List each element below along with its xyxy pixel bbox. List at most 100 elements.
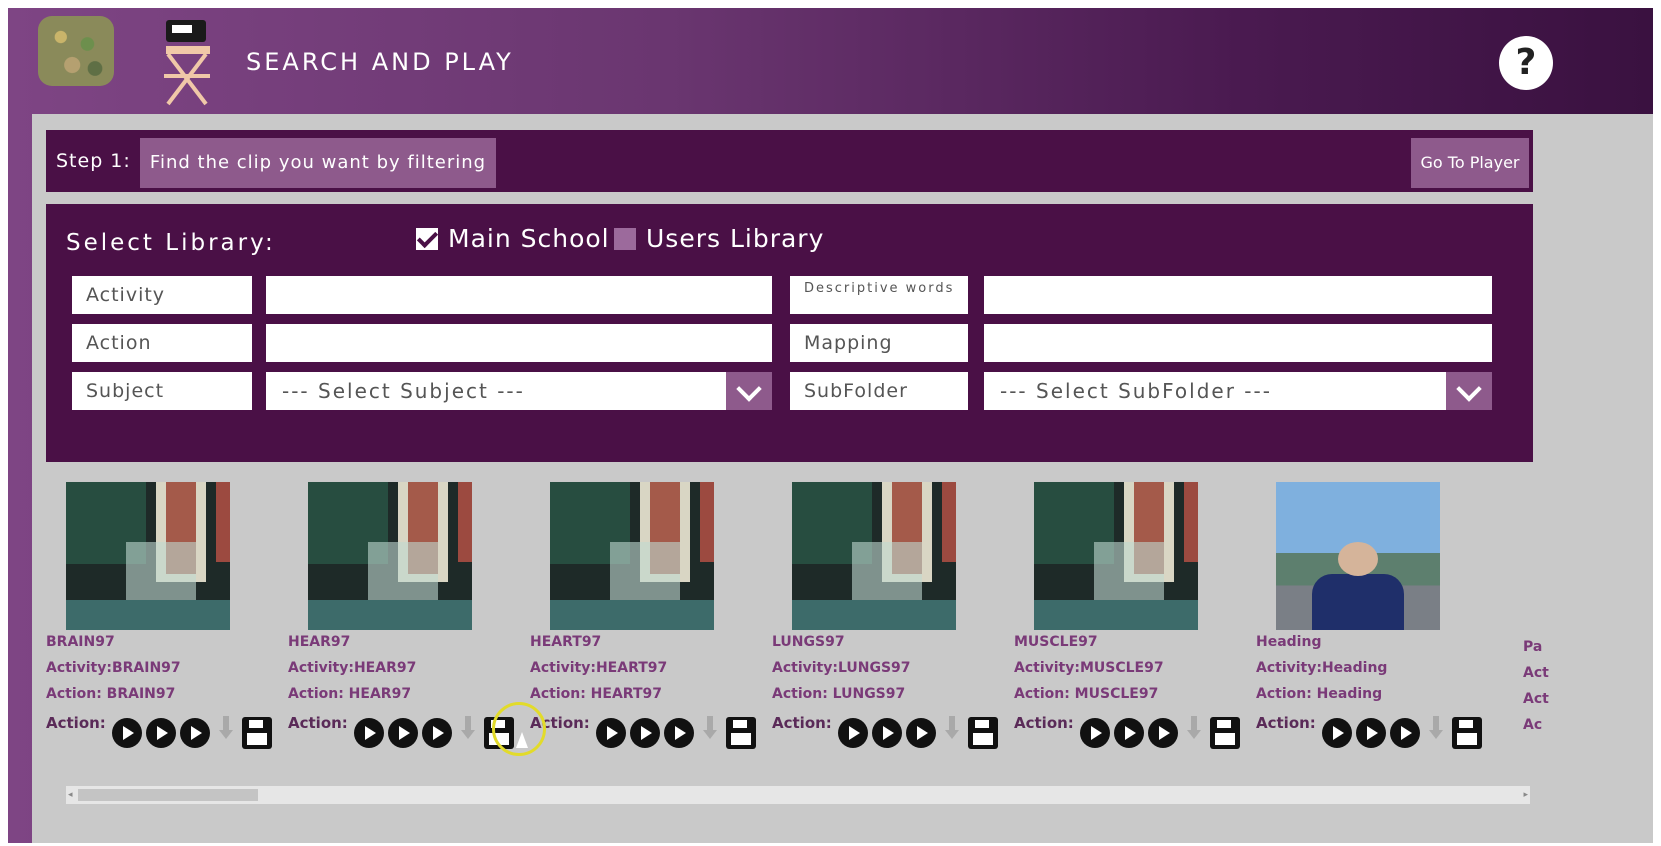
step-bar: Step 1: Find the clip you want by filter… xyxy=(46,130,1533,192)
partial-clip-card[interactable]: Pa Act Act Ac xyxy=(1523,634,1549,738)
play-icon[interactable] xyxy=(1322,718,1352,748)
go-to-player-button[interactable]: Go To Player xyxy=(1411,138,1529,188)
partial-clip-activity: Act xyxy=(1523,665,1549,681)
play-icon[interactable] xyxy=(1114,718,1144,748)
main-school-checkbox[interactable] xyxy=(416,227,438,250)
scrollbar-thumb[interactable] xyxy=(78,789,258,801)
partial-clip-action-label: Ac xyxy=(1523,717,1543,733)
scroll-right-arrow-icon[interactable]: ▸ xyxy=(1523,790,1528,800)
chevron-down-icon[interactable] xyxy=(726,372,772,410)
users-library-option[interactable]: Users Library xyxy=(614,224,824,253)
clip-card[interactable]: LUNGS97 Activity:LUNGS97 Action: LUNGS97 Ac… xyxy=(772,474,1012,774)
play-icon[interactable] xyxy=(180,718,210,748)
save-icon[interactable] xyxy=(1452,717,1482,749)
play-icon[interactable] xyxy=(838,718,868,748)
clip-action: Action: BRAIN97 xyxy=(46,686,176,702)
clip-thumbnail[interactable] xyxy=(66,482,230,630)
save-icon[interactable] xyxy=(726,717,756,749)
download-icon[interactable] xyxy=(1428,714,1444,748)
clip-thumbnail[interactable] xyxy=(550,482,714,630)
play-icon[interactable] xyxy=(664,718,694,748)
filter-panel: Select Library: Main School Users Librar… xyxy=(46,204,1533,462)
select-library-label: Select Library: xyxy=(66,230,276,256)
descriptive-words-input[interactable] xyxy=(984,276,1492,314)
clip-activity: Activity:BRAIN97 xyxy=(46,660,181,676)
subject-label: Subject xyxy=(72,372,252,410)
step-label: Step 1: xyxy=(56,150,131,172)
chevron-down-icon[interactable] xyxy=(1446,372,1492,410)
main-panel: Step 1: Find the clip you want by filter… xyxy=(32,114,1653,843)
save-icon[interactable] xyxy=(242,717,272,749)
clip-action: Action: Heading xyxy=(1256,686,1383,702)
descriptive-words-label: Descriptive words xyxy=(790,276,968,314)
clip-activity: Activity:HEAR97 xyxy=(288,660,417,676)
mouse-cursor-icon xyxy=(516,732,528,748)
save-icon[interactable] xyxy=(1210,717,1240,749)
download-icon[interactable] xyxy=(702,714,718,748)
play-icon[interactable] xyxy=(872,718,902,748)
subfolder-select[interactable]: --- Select SubFolder --- xyxy=(984,372,1492,410)
subject-select-value: --- Select Subject --- xyxy=(282,379,525,403)
save-icon[interactable] xyxy=(968,717,998,749)
scroll-left-arrow-icon[interactable]: ◂ xyxy=(68,790,73,800)
clip-action-label: Action: xyxy=(288,714,348,732)
play-icon[interactable] xyxy=(388,718,418,748)
mapping-label: Mapping xyxy=(790,324,968,362)
clip-title: BRAIN97 xyxy=(46,634,115,650)
clip-thumbnail[interactable] xyxy=(1034,482,1198,630)
director-chair-icon xyxy=(164,20,210,106)
action-input[interactable] xyxy=(266,324,772,362)
clip-results: BRAIN97 Activity:BRAIN97 Action: BRAIN97 Ac… xyxy=(46,474,1549,774)
action-label: Action xyxy=(72,324,252,362)
horizontal-scrollbar[interactable]: ◂ ▸ xyxy=(66,786,1530,804)
download-icon[interactable] xyxy=(944,714,960,748)
download-icon[interactable] xyxy=(1186,714,1202,748)
play-icon[interactable] xyxy=(146,718,176,748)
partial-clip-title: Pa xyxy=(1523,639,1543,655)
play-icon[interactable] xyxy=(1080,718,1110,748)
download-icon[interactable] xyxy=(218,714,234,748)
app-window: SEARCH AND PLAY ? Step 1: Find the clip … xyxy=(8,8,1653,843)
play-icon[interactable] xyxy=(1148,718,1178,748)
play-icon[interactable] xyxy=(1390,718,1420,748)
clip-thumbnail[interactable] xyxy=(308,482,472,630)
clip-thumbnail[interactable] xyxy=(792,482,956,630)
activity-label: Activity xyxy=(72,276,252,314)
clip-card[interactable]: MUSCLE97 Activity:MUSCLE97 Action: MUSCLE9… xyxy=(1014,474,1254,774)
activity-input[interactable] xyxy=(266,276,772,314)
clip-title: LUNGS97 xyxy=(772,634,845,650)
mapping-input[interactable] xyxy=(984,324,1492,362)
play-icon[interactable] xyxy=(596,718,626,748)
step-instruction: Find the clip you want by filtering xyxy=(140,138,496,188)
clip-action-label: Action: xyxy=(1014,714,1074,732)
clip-title: MUSCLE97 xyxy=(1014,634,1098,650)
play-icon[interactable] xyxy=(112,718,142,748)
clip-card[interactable]: HEART97 Activity:HEART97 Action: HEART97 Ac… xyxy=(530,474,770,774)
users-library-checkbox[interactable] xyxy=(614,227,636,250)
clip-action-label: Action: xyxy=(46,714,106,732)
play-icon[interactable] xyxy=(1356,718,1386,748)
clip-card[interactable]: Heading Activity:Heading Action: Heading Ac… xyxy=(1256,474,1496,774)
clip-card[interactable]: BRAIN97 Activity:BRAIN97 Action: BRAIN97 Ac… xyxy=(46,474,286,774)
app-title: SEARCH AND PLAY xyxy=(246,48,514,76)
subject-select[interactable]: --- Select Subject --- xyxy=(266,372,772,410)
clip-action-label: Action: xyxy=(772,714,832,732)
clip-action: Action: LUNGS97 xyxy=(772,686,906,702)
clip-activity: Activity:Heading xyxy=(1256,660,1388,676)
play-icon[interactable] xyxy=(422,718,452,748)
main-school-label: Main School xyxy=(448,224,610,253)
subfolder-select-value: --- Select SubFolder --- xyxy=(1000,379,1272,403)
clip-activity: Activity:MUSCLE97 xyxy=(1014,660,1164,676)
clip-action: Action: HEAR97 xyxy=(288,686,412,702)
clip-thumbnail[interactable] xyxy=(1276,482,1440,630)
help-button[interactable]: ? xyxy=(1499,36,1553,90)
download-icon[interactable] xyxy=(460,714,476,748)
clip-activity: Activity:HEART97 xyxy=(530,660,668,676)
play-icon[interactable] xyxy=(630,718,660,748)
clip-action: Action: MUSCLE97 xyxy=(1014,686,1159,702)
play-icon[interactable] xyxy=(906,718,936,748)
play-icon[interactable] xyxy=(354,718,384,748)
partial-clip-action: Act xyxy=(1523,691,1549,707)
users-library-label: Users Library xyxy=(646,224,825,253)
main-school-option[interactable]: Main School xyxy=(416,224,610,253)
